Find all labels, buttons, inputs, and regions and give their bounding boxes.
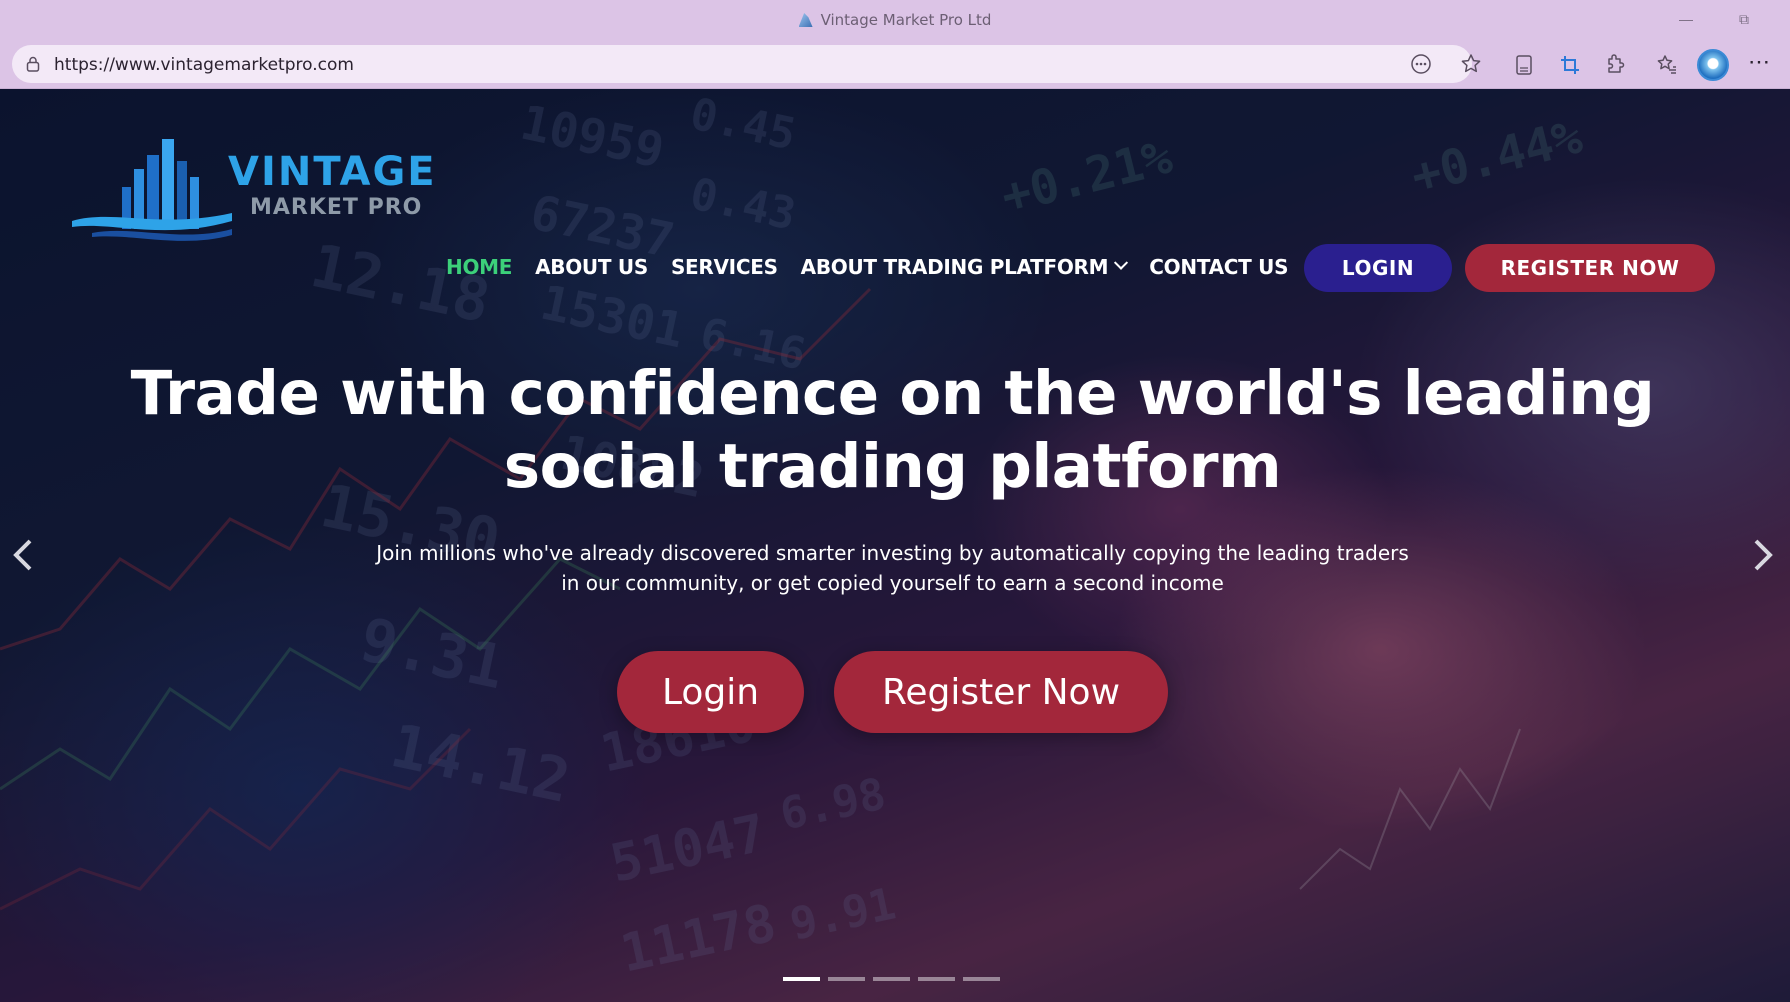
hero-register-button[interactable]: Register Now bbox=[834, 651, 1168, 733]
slider-indicators bbox=[783, 977, 1008, 981]
hero-headline: Trade with confidence on the world's lea… bbox=[130, 358, 1655, 502]
header-register-button[interactable]: REGISTER NOW bbox=[1465, 244, 1715, 292]
profile-avatar[interactable] bbox=[1697, 49, 1729, 81]
more-options-circle-icon[interactable] bbox=[1410, 53, 1432, 75]
slider-prev-arrow-icon[interactable] bbox=[8, 535, 38, 575]
url-text: https://www.vintagemarketpro.com bbox=[54, 55, 354, 75]
slider-next-arrow-icon[interactable] bbox=[1748, 535, 1778, 575]
restore-button[interactable]: ⧉ bbox=[1730, 6, 1758, 32]
site-logo[interactable]: VINTAGE MARKET PRO bbox=[72, 129, 435, 249]
slide-indicator[interactable] bbox=[873, 977, 910, 981]
nav-services[interactable]: SERVICES bbox=[671, 255, 778, 279]
window-title-text: Vintage Market Pro Ltd bbox=[820, 11, 992, 29]
nav-about-us[interactable]: ABOUT US bbox=[535, 255, 648, 279]
browser-title-bar: Vintage Market Pro Ltd — ⧉ bbox=[0, 0, 1790, 40]
hero-subtext: Join millions who've already discovered … bbox=[376, 541, 1409, 595]
main-nav: HOME ABOUT US SERVICES ABOUT TRADING PLA… bbox=[446, 247, 1311, 287]
window-title: Vintage Market Pro Ltd bbox=[0, 11, 1790, 29]
nav-home[interactable]: HOME bbox=[446, 255, 512, 279]
favorites-collection-icon[interactable] bbox=[1655, 53, 1679, 77]
nav-contact-us[interactable]: CONTACT US bbox=[1149, 255, 1288, 279]
logo-text-secondary: MARKET PRO bbox=[250, 195, 423, 220]
settings-more-icon[interactable]: ⋯ bbox=[1744, 50, 1774, 74]
slide-indicator[interactable] bbox=[963, 977, 1000, 981]
address-bar-row: https://www.vintagemarketpro.com ⋯ bbox=[0, 40, 1790, 89]
hero-login-button[interactable]: Login bbox=[617, 651, 804, 733]
screen-capture-icon[interactable] bbox=[1558, 53, 1582, 77]
chevron-down-icon bbox=[1114, 255, 1129, 270]
building-logo-icon bbox=[72, 139, 232, 241]
header-login-button[interactable]: LOGIN bbox=[1304, 244, 1452, 292]
slide-indicator[interactable] bbox=[783, 977, 820, 981]
reading-view-icon[interactable] bbox=[1512, 53, 1536, 77]
lock-icon bbox=[26, 56, 40, 72]
extensions-icon[interactable] bbox=[1603, 53, 1627, 77]
logo-text-primary: VINTAGE bbox=[228, 149, 437, 195]
favorite-star-icon[interactable] bbox=[1460, 53, 1482, 75]
url-field[interactable]: https://www.vintagemarketpro.com bbox=[12, 45, 1481, 83]
slide-indicator[interactable] bbox=[828, 977, 865, 981]
slide-indicator[interactable] bbox=[918, 977, 955, 981]
nav-about-trading-platform-label: ABOUT TRADING PLATFORM bbox=[800, 255, 1109, 279]
minimize-button[interactable]: — bbox=[1672, 6, 1700, 32]
hero-slider: 10959 0.45 67237 0.43 12.18 15301 6.16 1… bbox=[0, 89, 1790, 1002]
site-favicon-icon bbox=[798, 13, 813, 27]
nav-about-trading-platform[interactable]: ABOUT TRADING PLATFORM bbox=[800, 255, 1129, 279]
